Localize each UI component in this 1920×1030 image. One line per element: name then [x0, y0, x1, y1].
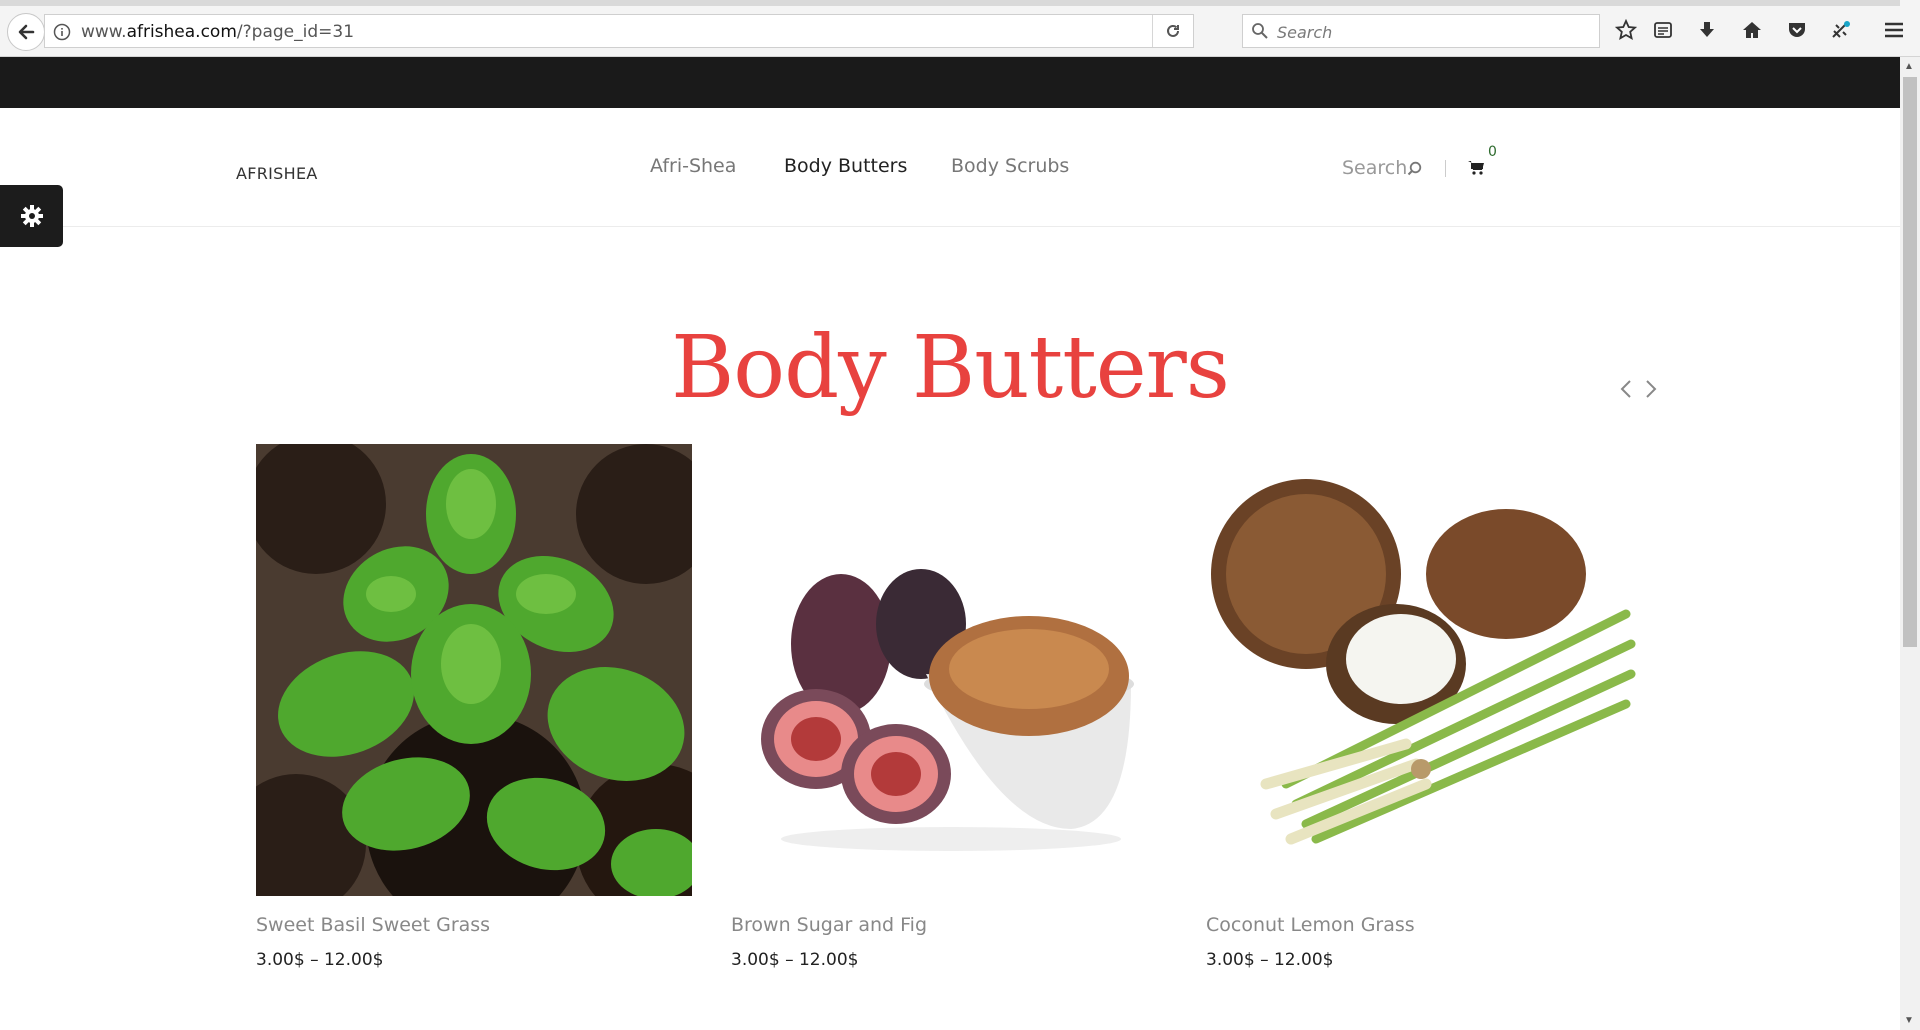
- search-icon: [1252, 23, 1268, 39]
- search-placeholder: Search: [1277, 23, 1333, 42]
- browser-toolbar: www.afrishea.com/?page_id=31 Search: [0, 0, 1920, 57]
- cart-count-badge: 0: [1488, 144, 1497, 160]
- product-name[interactable]: Coconut Lemon Grass: [1206, 914, 1415, 936]
- url-text[interactable]: www.afrishea.com/?page_id=31: [81, 22, 354, 42]
- carousel-prev-icon[interactable]: [1619, 378, 1633, 400]
- download-icon[interactable]: [1694, 17, 1720, 43]
- url-domain: afrishea.com: [126, 22, 237, 42]
- coconut-and-lemongrass-image[interactable]: [1206, 444, 1642, 896]
- bookmark-star-icon[interactable]: [1613, 17, 1639, 43]
- product-name[interactable]: Sweet Basil Sweet Grass: [256, 914, 490, 936]
- section-title: Body Butters: [671, 318, 1230, 418]
- url-path: /?page_id=31: [236, 22, 355, 42]
- back-arrow-icon: [18, 24, 35, 40]
- info-icon[interactable]: [53, 23, 71, 41]
- figs-and-brown-sugar-image[interactable]: [731, 444, 1167, 896]
- top-bar: [0, 57, 1900, 108]
- tab-strip-edge: [0, 0, 1900, 6]
- site-logo[interactable]: AFRISHEA: [236, 164, 318, 183]
- scrollbar-thumb[interactable]: [1903, 77, 1917, 647]
- back-button[interactable]: [7, 13, 45, 51]
- product-price: 3.00$ – 12.00$: [256, 950, 384, 970]
- scrollbar[interactable]: ▲ ▼: [1900, 57, 1920, 1030]
- carousel-next-icon[interactable]: [1644, 378, 1658, 400]
- gear-icon: [20, 205, 43, 227]
- nav-item-body-scrubs[interactable]: Body Scrubs: [951, 155, 1069, 177]
- product-card[interactable]: Coconut Lemon Grass 3.00$ – 12.00$: [1206, 444, 1642, 970]
- header-search-link[interactable]: Search: [1342, 157, 1407, 179]
- reload-icon: [1167, 24, 1179, 37]
- extension-icon[interactable]: [1828, 17, 1854, 43]
- reload-button[interactable]: [1152, 15, 1193, 47]
- product-name[interactable]: Brown Sugar and Fig: [731, 914, 927, 936]
- menu-icon[interactable]: [1881, 17, 1907, 43]
- product-card[interactable]: Sweet Basil Sweet Grass 3.00$ – 12.00$: [256, 444, 692, 970]
- nav-item-afri-shea[interactable]: Afri-Shea: [650, 155, 736, 177]
- cart-icon[interactable]: [1468, 160, 1484, 176]
- search-icon[interactable]: [1407, 161, 1422, 176]
- nav-item-body-butters[interactable]: Body Butters: [784, 155, 907, 177]
- header-divider: [1445, 160, 1446, 177]
- product-price: 3.00$ – 12.00$: [731, 950, 859, 970]
- product-card[interactable]: Brown Sugar and Fig 3.00$ – 12.00$: [731, 444, 1167, 970]
- scroll-up-arrow-icon[interactable]: ▲: [1904, 61, 1914, 72]
- pocket-icon[interactable]: [1784, 17, 1810, 43]
- basil-plant-image[interactable]: [256, 444, 692, 896]
- url-prefix: www.: [81, 22, 127, 42]
- settings-panel-toggle[interactable]: [0, 185, 63, 247]
- home-icon[interactable]: [1739, 17, 1765, 43]
- scroll-down-arrow-icon[interactable]: ▼: [1904, 1015, 1914, 1026]
- product-price: 3.00$ – 12.00$: [1206, 950, 1334, 970]
- reading-list-icon[interactable]: [1650, 17, 1676, 43]
- url-bar[interactable]: www.afrishea.com/?page_id=31: [44, 14, 1194, 48]
- browser-search-field[interactable]: Search: [1242, 14, 1600, 48]
